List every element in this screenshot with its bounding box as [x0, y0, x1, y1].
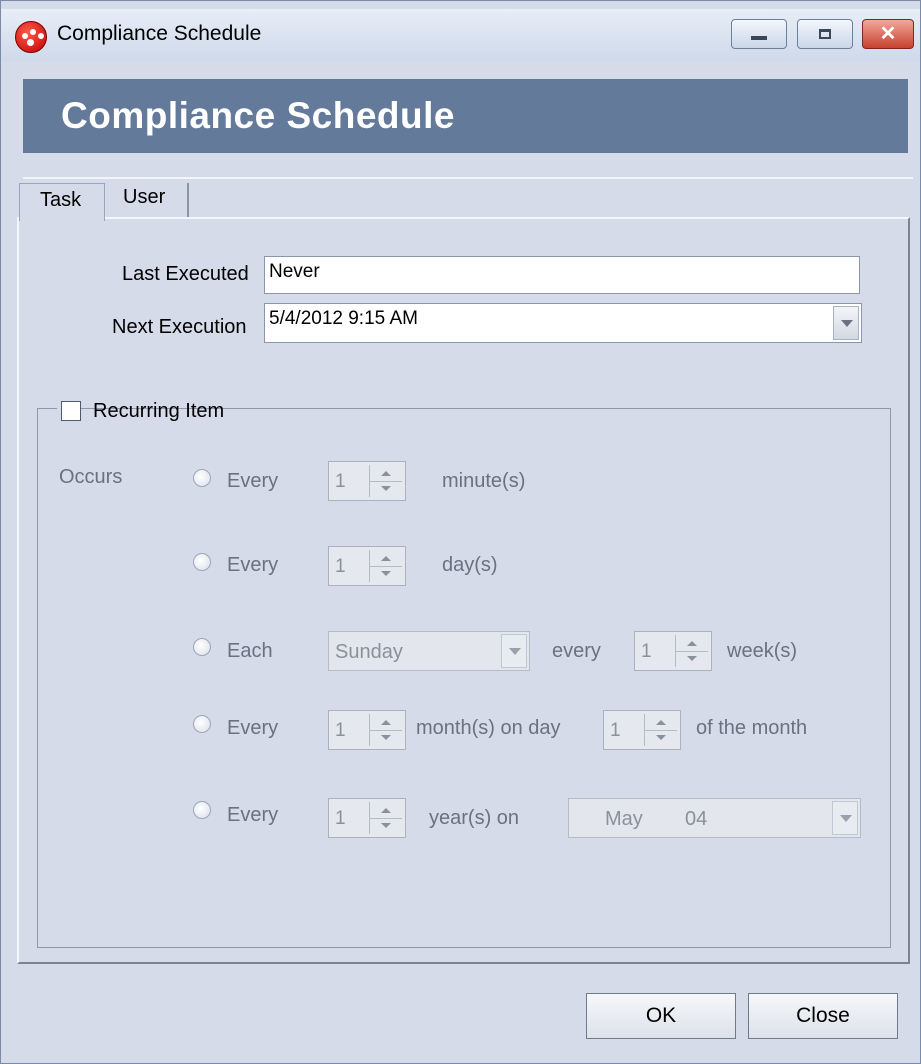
recurring-item-checkbox[interactable]: [61, 401, 81, 421]
month-day-value: 1: [610, 720, 621, 741]
month-day-stepper[interactable]: 1: [603, 710, 681, 750]
year-date-picker[interactable]: May 04: [568, 798, 861, 838]
every-minutes-radio[interactable]: [193, 469, 211, 487]
year-day-value: 04: [685, 808, 708, 830]
chevron-down-icon[interactable]: [501, 634, 527, 668]
occurs-label: Occurs: [59, 466, 123, 488]
every-minutes-label: Every: [227, 470, 279, 492]
weekday-dropdown[interactable]: Sunday: [328, 631, 530, 671]
minimize-icon: [751, 36, 767, 40]
months-stepper[interactable]: 1: [328, 710, 406, 750]
ok-button[interactable]: OK: [586, 993, 736, 1039]
years-value: 1: [335, 808, 346, 829]
every-months-radio[interactable]: [193, 715, 211, 733]
minimize-button[interactable]: [731, 19, 787, 49]
chevron-down-icon[interactable]: [832, 801, 858, 835]
close-button[interactable]: Close: [748, 993, 898, 1039]
compliance-schedule-window: Compliance Schedule ✕ Compliance Schedul…: [0, 0, 921, 1064]
title-bar[interactable]: Compliance Schedule ✕: [1, 9, 920, 61]
last-executed-label: Last Executed: [122, 263, 249, 285]
recurring-item-label: Recurring Item: [93, 400, 225, 422]
maximize-icon: [819, 29, 831, 39]
maximize-button[interactable]: [797, 19, 853, 49]
every-days-radio[interactable]: [193, 553, 211, 571]
close-icon: ✕: [879, 23, 897, 45]
tab-task[interactable]: Task: [19, 183, 105, 221]
year-month-value: May: [605, 808, 643, 830]
compliance-app-icon: [15, 21, 47, 53]
page-title: Compliance Schedule: [61, 95, 455, 136]
years-stepper[interactable]: 1: [328, 798, 406, 838]
minutes-unit-label: minute(s): [442, 470, 526, 492]
every-days-label: Every: [227, 554, 279, 576]
last-executed-value: Never: [269, 261, 320, 282]
tab-task-label: Task: [40, 189, 82, 211]
last-executed-field[interactable]: Never: [264, 256, 860, 294]
weeks-stepper[interactable]: 1: [634, 631, 712, 671]
every-years-label: Every: [227, 804, 279, 826]
chevron-down-icon[interactable]: [833, 306, 859, 340]
every-months-label: Every: [227, 717, 279, 739]
weekday-value: Sunday: [335, 641, 403, 663]
tab-user-label: User: [123, 186, 166, 208]
every-weeks-label: every: [552, 640, 601, 662]
next-execution-label: Next Execution: [112, 316, 247, 338]
next-execution-value: 5/4/2012 9:15 AM: [269, 308, 418, 329]
months-unit-label: month(s) on day: [416, 717, 561, 739]
days-unit-label: day(s): [442, 554, 498, 576]
header-banner: Compliance Schedule: [23, 79, 908, 153]
of-the-month-label: of the month: [696, 717, 808, 739]
every-years-radio[interactable]: [193, 801, 211, 819]
days-stepper[interactable]: 1: [328, 546, 406, 586]
months-value: 1: [335, 720, 346, 741]
weeks-value: 1: [641, 641, 652, 662]
window-title: Compliance Schedule: [57, 22, 262, 45]
next-execution-datetime-picker[interactable]: 5/4/2012 9:15 AM: [264, 303, 862, 343]
each-week-radio[interactable]: [193, 638, 211, 656]
each-week-label: Each: [227, 640, 273, 662]
years-unit-label: year(s) on: [429, 807, 520, 829]
weeks-unit-label: week(s): [727, 640, 798, 662]
recurring-item-legend: Recurring Item: [57, 397, 224, 427]
header-divider: [23, 177, 913, 179]
minutes-stepper[interactable]: 1: [328, 461, 406, 501]
minutes-value: 1: [335, 471, 346, 492]
tab-user[interactable]: User: [107, 183, 189, 217]
days-value: 1: [335, 556, 346, 577]
close-window-button[interactable]: ✕: [862, 19, 914, 49]
